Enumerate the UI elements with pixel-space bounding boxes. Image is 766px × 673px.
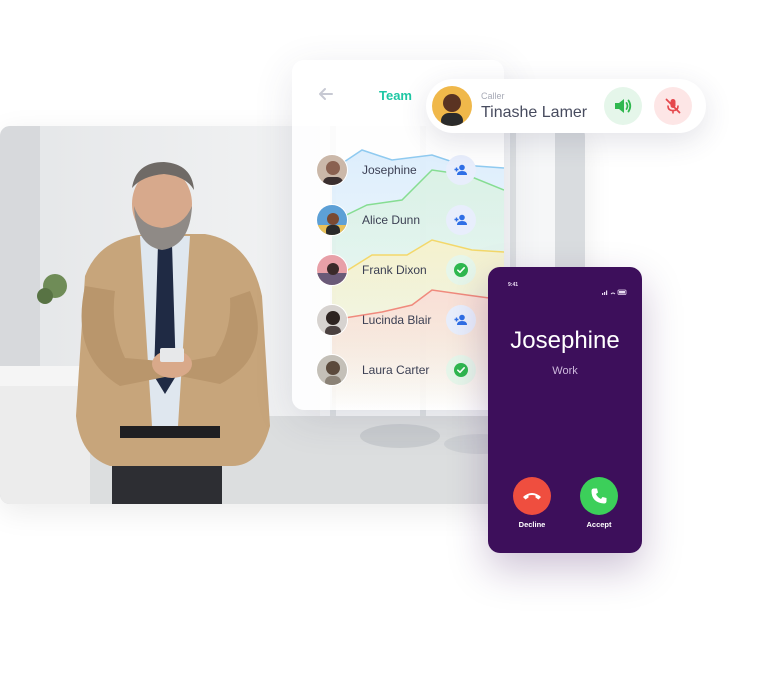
- speaker-button[interactable]: [604, 87, 642, 125]
- decline-label: Decline: [518, 520, 546, 529]
- avatar: [432, 86, 472, 126]
- contact-name: Alice Dunn: [362, 213, 421, 227]
- contact-name: Josephine: [362, 163, 417, 177]
- contact-laura-carter[interactable]: Laura Carter: [316, 354, 486, 388]
- avatar: [316, 154, 348, 186]
- arrow-left-icon[interactable]: [316, 84, 336, 104]
- add-user-icon[interactable]: [446, 305, 476, 335]
- caller-card: Caller Tinashe Lamer: [426, 79, 706, 133]
- caller-name: Tinashe Lamer: [481, 104, 588, 121]
- phone-icon: [591, 488, 607, 504]
- contact-name: Frank Dixon: [362, 263, 427, 277]
- contact-lucinda-blair[interactable]: Lucinda Blair: [316, 304, 486, 338]
- contact-alice-dunn[interactable]: Alice Dunn: [316, 204, 486, 238]
- caller-label-display: Work: [552, 365, 578, 377]
- avatar: [316, 354, 348, 386]
- caller-name-display: Josephine: [510, 327, 620, 354]
- decline-button[interactable]: [513, 477, 551, 515]
- contact-frank-dixon[interactable]: Frank Dixon: [316, 254, 486, 288]
- mute-button[interactable]: [654, 87, 692, 125]
- avatar: [316, 204, 348, 236]
- incoming-call-phone: 9:41 Josephine Work Decline Accept: [488, 267, 642, 553]
- check-circle-icon[interactable]: [446, 255, 476, 285]
- add-user-icon[interactable]: [446, 155, 476, 185]
- check-circle-icon[interactable]: [446, 355, 476, 385]
- team-title: Team: [379, 88, 412, 103]
- add-user-icon[interactable]: [446, 205, 476, 235]
- accept-label: Accept: [586, 520, 612, 529]
- accept-button[interactable]: [580, 477, 618, 515]
- contact-name: Laura Carter: [362, 363, 430, 377]
- contact-josephine[interactable]: Josephine: [316, 154, 486, 188]
- avatar: [316, 254, 348, 286]
- mic-off-icon: [665, 98, 681, 114]
- avatar: [316, 304, 348, 336]
- caller-label: Caller: [481, 91, 505, 101]
- status-bar-icons: [602, 282, 628, 295]
- speaker-icon: [615, 99, 632, 113]
- contact-name: Lucinda Blair: [362, 313, 432, 327]
- status-time: 9:41: [508, 282, 519, 288]
- phone-hangup-icon: [523, 493, 541, 500]
